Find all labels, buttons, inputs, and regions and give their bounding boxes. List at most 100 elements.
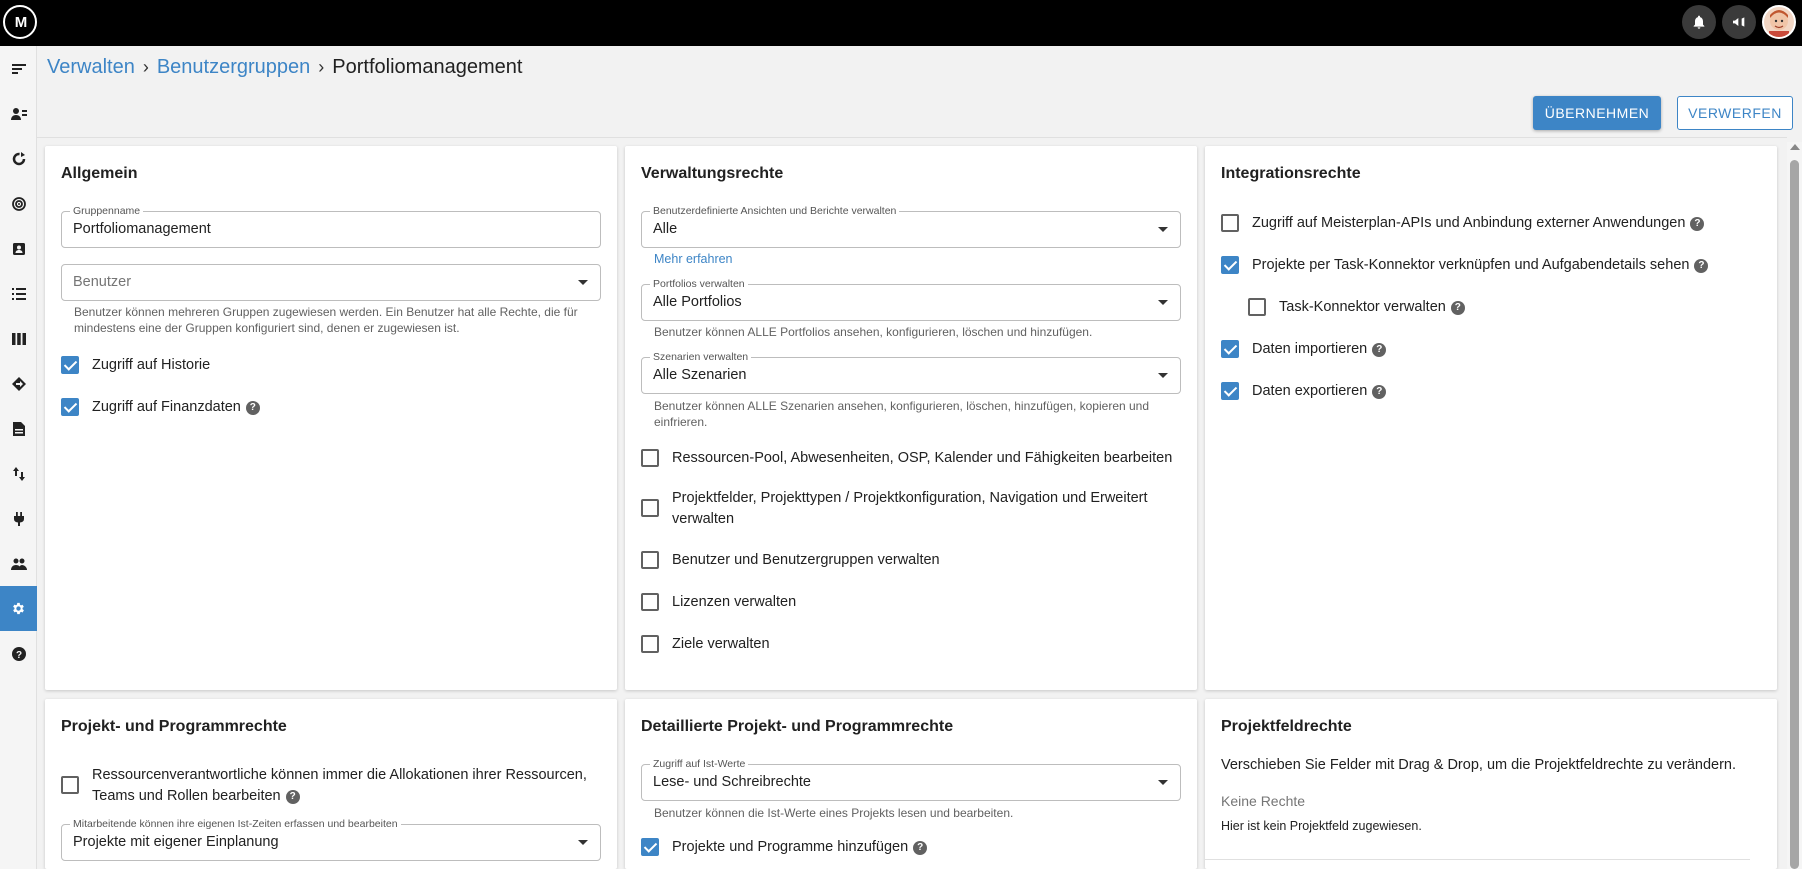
plug-icon <box>13 511 24 526</box>
export-checkbox[interactable] <box>1221 382 1239 400</box>
help-icon[interactable]: ? <box>1694 259 1709 273</box>
help-icon[interactable]: ? <box>1690 217 1705 231</box>
add-projects-checkbox-row[interactable]: Projekte und Programme hinzufügen? <box>641 837 928 858</box>
notifications-button[interactable] <box>1682 5 1716 39</box>
top-bar: M <box>0 0 1802 46</box>
users-placeholder: Benutzer <box>73 274 132 290</box>
transfer-icon <box>12 466 25 481</box>
scenarios-select[interactable]: Szenarien verwalten Alle Szenarien <box>641 351 1181 394</box>
bell-icon <box>1693 15 1705 29</box>
own-actuals-select[interactable]: Mitarbeitende können ihre eigenen Ist-Ze… <box>61 818 601 861</box>
import-checkbox-row[interactable]: Daten importieren? <box>1221 339 1387 360</box>
learn-more-link[interactable]: Mehr erfahren <box>654 252 733 266</box>
apply-button[interactable]: ÜBERNEHMEN <box>1533 96 1661 130</box>
breadcrumb-separator: › <box>318 57 325 77</box>
logo-text: M <box>14 13 27 31</box>
views-value: Alle <box>653 221 678 237</box>
task-connector-link-checkbox-row[interactable]: Projekte per Task-Konnektor verknüpfen u… <box>1221 255 1709 276</box>
scroll-up-icon[interactable] <box>1790 144 1800 150</box>
portfolios-helper-text: Benutzer können ALLE Portfolios ansehen,… <box>654 325 1093 339</box>
list-icon <box>11 287 26 300</box>
actuals-access-value: Lese- und Schreibrechte <box>653 774 811 790</box>
users-groups-checkbox[interactable] <box>641 551 659 569</box>
goals-checkbox[interactable] <box>641 635 659 653</box>
export-checkbox-row[interactable]: Daten exportieren? <box>1221 381 1387 402</box>
help-icon[interactable]: ? <box>913 841 928 855</box>
chevron-down-icon <box>578 280 588 285</box>
api-access-checkbox[interactable] <box>1221 214 1239 232</box>
licenses-checkbox[interactable] <box>641 593 659 611</box>
sidebar-item-transfer[interactable] <box>0 451 37 496</box>
sidebar-item-goals[interactable] <box>0 181 37 226</box>
announcements-button[interactable] <box>1722 5 1756 39</box>
app-logo[interactable]: M <box>3 5 37 39</box>
task-connector-link-checkbox[interactable] <box>1221 256 1239 274</box>
users-helper-text: Benutzer können mehreren Gruppen zugewie… <box>74 305 578 335</box>
finance-checkbox-row[interactable]: Zugriff auf Finanzdaten? <box>61 397 260 418</box>
help-icon[interactable]: ? <box>1450 301 1465 315</box>
gear-icon <box>13 602 24 615</box>
resource-manager-checkbox-row[interactable]: Ressourcenverantwortliche können immer d… <box>61 765 591 807</box>
api-access-label: Zugriff auf Meisterplan-APIs und Anbindu… <box>1252 215 1686 231</box>
history-checkbox-row[interactable]: Zugriff auf Historie <box>61 355 210 376</box>
scroll-thumb[interactable] <box>1790 160 1799 869</box>
header-divider <box>37 137 1787 138</box>
import-checkbox[interactable] <box>1221 340 1239 358</box>
breadcrumb-benutzergruppen[interactable]: Benutzergruppen <box>157 56 310 79</box>
sidebar-item-resources[interactable] <box>0 91 37 136</box>
group-name-field[interactable]: Gruppenname Portfoliomanagement <box>61 205 601 248</box>
sidebar-item-roadmap[interactable] <box>0 361 37 406</box>
project-fields-checkbox-row[interactable]: Projektfelder, Projekttypen / Projektkon… <box>641 488 1161 530</box>
sidebar-item-integrations[interactable] <box>0 496 37 541</box>
help-icon[interactable]: ? <box>1372 343 1387 357</box>
sidebar-item-help[interactable]: ? <box>0 631 37 676</box>
project-fields-label: Projektfelder, Projekttypen / Projektkon… <box>672 490 1148 527</box>
sidebar-item-board[interactable] <box>0 316 37 361</box>
resource-pool-label: Ressourcen-Pool, Abwesenheiten, OSP, Kal… <box>672 450 1173 466</box>
resource-pool-checkbox-row[interactable]: Ressourcen-Pool, Abwesenheiten, OSP, Kal… <box>641 448 1181 469</box>
contact-card-icon <box>12 242 25 255</box>
views-label: Benutzerdefinierte Ansichten und Bericht… <box>650 205 900 217</box>
users-groups-checkbox-row[interactable]: Benutzer und Benutzergruppen verwalten <box>641 550 940 571</box>
discard-button[interactable]: VERWERFEN <box>1677 96 1793 130</box>
megaphone-icon <box>1733 17 1745 27</box>
users-select[interactable]: Benutzer <box>61 264 601 301</box>
help-icon[interactable]: ? <box>245 401 260 415</box>
svg-text:?: ? <box>15 650 21 661</box>
card-detailed-project-rights: Detaillierte Projekt- und Programmrechte… <box>625 699 1197 869</box>
api-access-checkbox-row[interactable]: Zugriff auf Meisterplan-APIs und Anbindu… <box>1221 213 1705 234</box>
main-scrollbar[interactable] <box>1787 142 1802 869</box>
help-icon[interactable]: ? <box>285 790 300 804</box>
sidebar-item-refresh[interactable] <box>0 136 37 181</box>
own-actuals-label: Mitarbeitende können ihre eigenen Ist-Ze… <box>70 818 401 830</box>
task-connector-manage-checkbox-row[interactable]: Task-Konnektor verwalten? <box>1248 297 1465 318</box>
actuals-helper-text: Benutzer können die Ist-Werte eines Proj… <box>654 806 1014 820</box>
actuals-access-select[interactable]: Zugriff auf Ist-Werte Lese- und Schreibr… <box>641 758 1181 801</box>
sidebar-item-people[interactable] <box>0 541 37 586</box>
add-projects-checkbox[interactable] <box>641 838 659 856</box>
project-fields-checkbox[interactable] <box>641 499 659 517</box>
task-connector-manage-checkbox[interactable] <box>1248 298 1266 316</box>
sidebar-item-contacts[interactable] <box>0 226 37 271</box>
columns-icon <box>11 332 26 345</box>
help-icon[interactable]: ? <box>1372 385 1387 399</box>
task-connector-manage-label: Task-Konnektor verwalten <box>1279 299 1446 315</box>
group-name-label: Gruppenname <box>70 205 144 217</box>
sidebar-item-settings[interactable] <box>0 586 37 631</box>
goals-checkbox-row[interactable]: Ziele verwalten <box>641 634 770 655</box>
history-checkbox[interactable] <box>61 356 79 374</box>
card-admin-rights: Verwaltungsrechte Benutzerdefinierte Ans… <box>625 146 1197 690</box>
sidebar-item-menu[interactable] <box>0 46 37 91</box>
views-select[interactable]: Benutzerdefinierte Ansichten und Bericht… <box>641 205 1181 248</box>
licenses-checkbox-row[interactable]: Lizenzen verwalten <box>641 592 796 613</box>
breadcrumb-verwalten[interactable]: Verwalten <box>47 56 135 79</box>
sidebar-item-reports[interactable] <box>0 406 37 451</box>
sidebar-item-list[interactable] <box>0 271 37 316</box>
finance-checkbox[interactable] <box>61 398 79 416</box>
people-icon <box>10 558 27 570</box>
portfolios-select[interactable]: Portfolios verwalten Alle Portfolios <box>641 278 1181 321</box>
user-avatar[interactable] <box>1762 5 1796 39</box>
resource-manager-checkbox[interactable] <box>61 776 79 794</box>
resource-pool-checkbox[interactable] <box>641 449 659 467</box>
goals-label: Ziele verwalten <box>672 636 770 652</box>
